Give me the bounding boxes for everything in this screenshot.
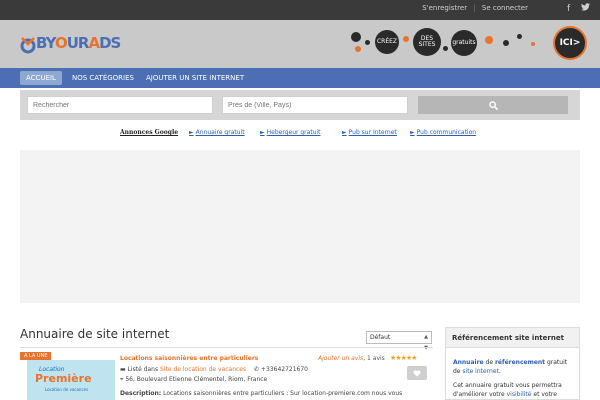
description-text: Locations saisonnières entre particulier…	[163, 390, 403, 397]
location-pin-icon: ⌖	[120, 376, 124, 383]
register-link[interactable]: S'enregistrer	[422, 4, 467, 12]
arrow-right-icon: ►	[410, 129, 415, 136]
account-links: S'enregistrer | Se connecter	[420, 4, 530, 12]
phone-icon: ✆	[254, 366, 260, 373]
social-links: f	[559, 3, 590, 14]
star-icon: ★	[411, 354, 417, 362]
decor-dot	[443, 46, 448, 51]
sort-selected-value: Défaut	[370, 334, 391, 341]
listing-review-meta: Ajouter un avis, 1 avis	[318, 355, 385, 362]
search-bar	[20, 90, 580, 120]
listed-label: Listé dans	[127, 366, 159, 373]
category-link[interactable]: Site de location de vacances	[160, 366, 246, 373]
twitter-icon[interactable]	[581, 3, 590, 14]
sidebar-title: Référencement site internet	[446, 328, 579, 348]
thumbnail-text: Première	[35, 372, 92, 385]
main-nav: ACCUEIL NOS CATÉGORIES AJOUTER UN SITE I…	[0, 68, 600, 88]
review-count: 1 avis	[367, 355, 385, 362]
sort-select[interactable]: Défaut ▲ ▼	[366, 331, 432, 351]
listing-item: Location Première Location de vacances A…	[20, 352, 433, 400]
address-text: 56, Boulevard Etienne Clémentel, Riom, F…	[125, 376, 268, 383]
decor-dot	[485, 36, 493, 44]
banner-cta: ICI>	[553, 26, 587, 60]
heart-icon	[413, 369, 421, 377]
ad-links: Annonces Google ► Annuaire gratuit ► Heber…	[120, 129, 540, 139]
decor-dot	[503, 40, 509, 46]
nav-item-home[interactable]: ACCUEIL	[20, 71, 62, 85]
decor-dot	[351, 32, 361, 42]
nav-item-categories[interactable]: NOS CATÉGORIES	[66, 71, 140, 85]
listing-address-row: ⌖ 56, Boulevard Etienne Clémentel, Riom,…	[120, 376, 267, 384]
sidebar-paragraph: Cet annuaire gratuit vous permettra d'am…	[453, 382, 562, 398]
sidebar-paragraph: Annuaire de référencement gratuit de sit…	[453, 359, 568, 375]
page-title: Annuaire de site internet	[20, 327, 170, 341]
featured-ribbon: A LA UNE	[20, 352, 52, 360]
search-button[interactable]	[418, 96, 568, 114]
referencement-link[interactable]: référencement	[495, 359, 545, 366]
logo[interactable]: BYOURADS	[18, 30, 136, 56]
ad-link[interactable]: ► Pub sur Internet	[342, 129, 397, 136]
arrow-right-icon: ►	[189, 129, 194, 136]
banner-bubble: DES SITES	[413, 28, 441, 56]
arrow-right-icon: ►	[342, 129, 347, 136]
ad-link[interactable]: ► Annuaire gratuit	[189, 129, 245, 136]
logo-text: BYOURADS	[36, 34, 121, 52]
facebook-icon[interactable]: f	[567, 4, 570, 14]
search-input[interactable]	[27, 96, 213, 114]
phone-number: +33642721670	[260, 366, 309, 373]
add-review-link[interactable]: Ajouter un avis	[318, 355, 363, 362]
chevron-updown-icon: ▲ ▼	[424, 334, 428, 351]
search-icon	[488, 100, 498, 110]
sidebar-panel: Référencement site internet Annuaire de …	[445, 327, 580, 400]
listing-title[interactable]: Locations saisonnières entre particulier…	[120, 355, 258, 362]
description-label: Description:	[120, 390, 162, 397]
banner-bubble: CRÉEZ	[375, 30, 399, 54]
folder-icon: ▬	[120, 366, 126, 373]
thumbnail-text: Location de vacances	[45, 387, 89, 392]
favorite-button[interactable]	[407, 366, 427, 380]
ads-label: Annonces Google	[120, 129, 179, 136]
listing-category-row: ▬ Listé dans Site de location de vacance…	[120, 366, 308, 373]
decor-dot	[403, 36, 409, 42]
login-link[interactable]: Se connecter	[482, 4, 528, 12]
decor-dot	[517, 34, 522, 39]
visibilite-link[interactable]: visibilité	[507, 391, 532, 398]
banner-bubble: gratuits	[451, 30, 477, 56]
ad-block	[20, 150, 580, 303]
location-input[interactable]	[222, 96, 408, 114]
separator: |	[473, 4, 476, 12]
ad-banner[interactable]: CRÉEZ DES SITES gratuits ICI>	[345, 26, 595, 64]
logo-mark-icon	[20, 37, 36, 54]
decor-dot	[355, 46, 361, 52]
divider	[20, 347, 433, 348]
site-internet-link[interactable]: site internet	[462, 368, 498, 375]
ad-link[interactable]: ► Hebergeur gratuit	[260, 129, 321, 136]
separator: ,	[363, 355, 366, 362]
annuaire-link[interactable]: Annuaire	[453, 359, 484, 366]
arrow-right-icon: ►	[260, 129, 265, 136]
decor-dot	[365, 40, 370, 45]
listing-thumbnail[interactable]: Location Première Location de vacances	[27, 360, 115, 400]
decor-dot	[531, 42, 535, 46]
ad-link[interactable]: ► Pub communication	[410, 129, 476, 136]
listing-description: Description: Locations saisonnières entr…	[120, 390, 420, 397]
nav-item-add-site[interactable]: AJOUTER UN SITE INTERNET	[140, 71, 250, 85]
top-bar: S'enregistrer | Se connecter f	[0, 0, 600, 20]
rating-stars: ★★★★★	[390, 354, 417, 362]
site-header: BYOURADS CRÉEZ DES SITES gratuits ICI>	[0, 20, 600, 68]
